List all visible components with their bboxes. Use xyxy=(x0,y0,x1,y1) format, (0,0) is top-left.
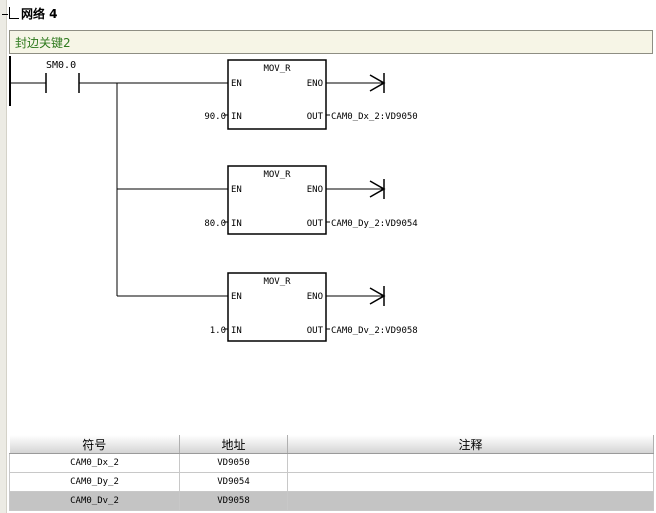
comment-cell[interactable] xyxy=(287,453,654,473)
out-pin: OUT xyxy=(307,112,324,122)
table-row[interactable]: CAM0_Dv_2 VD9058 xyxy=(9,491,654,511)
address-cell[interactable]: VD9050 xyxy=(179,453,288,473)
network-comment[interactable]: 封边关键2 xyxy=(9,30,653,54)
table-header-row: 符号 地址 注释 xyxy=(9,435,654,454)
collapse-icon[interactable] xyxy=(2,7,19,19)
network-header[interactable]: 网络 4 xyxy=(2,4,58,22)
column-header-symbol[interactable]: 符号 xyxy=(9,435,180,454)
contact-sm0-0[interactable]: SM0.0 xyxy=(45,60,80,93)
mov-r-block-3[interactable]: MOV_R EN ENO IN OUT xyxy=(227,272,327,342)
symbol-cell[interactable]: CAM0_Dv_2 xyxy=(9,491,180,511)
in-pin: IN xyxy=(231,326,242,336)
en-pin: EN xyxy=(231,185,242,195)
mov-r-block-2[interactable]: MOV_R EN ENO IN OUT xyxy=(227,165,327,235)
contact-label: SM0.0 xyxy=(46,60,76,71)
comment-cell[interactable] xyxy=(287,491,654,511)
table-row[interactable]: CAM0_Dx_2 VD9050 xyxy=(9,453,654,473)
symbol-cell[interactable]: CAM0_Dx_2 xyxy=(9,453,180,473)
in-value[interactable]: 80.0 xyxy=(204,219,226,229)
eno-pin: ENO xyxy=(307,79,323,89)
out-value[interactable]: CAM0_Dx_2:VD9050 xyxy=(331,112,418,122)
block-name: MOV_R xyxy=(263,64,291,74)
en-pin: EN xyxy=(231,79,242,89)
table-row[interactable]: CAM0_Dy_2 VD9054 xyxy=(9,472,654,492)
symbol-cell[interactable]: CAM0_Dy_2 xyxy=(9,472,180,492)
network-title: 网络 4 xyxy=(21,6,58,21)
out-pin: OUT xyxy=(307,219,324,229)
in-value[interactable]: 90.0 xyxy=(204,112,226,122)
en-pin: EN xyxy=(231,292,242,302)
eno-pin: ENO xyxy=(307,292,323,302)
ladder-diagram: SM0.0 MOV_R EN ENO IN OUT 90.0 CAM0_Dx_2… xyxy=(0,56,656,356)
block-name: MOV_R xyxy=(263,277,291,287)
mov-r-block-1[interactable]: MOV_R EN ENO IN OUT xyxy=(227,59,327,130)
block-name: MOV_R xyxy=(263,170,291,180)
out-value[interactable]: CAM0_Dy_2:VD9054 xyxy=(331,219,418,229)
address-cell[interactable]: VD9054 xyxy=(179,472,288,492)
in-value[interactable]: 1.0 xyxy=(210,326,226,336)
column-header-comment[interactable]: 注释 xyxy=(287,435,654,454)
in-pin: IN xyxy=(231,112,242,122)
column-header-address[interactable]: 地址 xyxy=(179,435,288,454)
eno-pin: ENO xyxy=(307,185,323,195)
address-cell[interactable]: VD9058 xyxy=(179,491,288,511)
in-pin: IN xyxy=(231,219,242,229)
symbol-table: 符号 地址 注释 CAM0_Dx_2 VD9050 CAM0_Dy_2 VD90… xyxy=(9,435,654,511)
out-value[interactable]: CAM0_Dv_2:VD9058 xyxy=(331,326,418,336)
comment-cell[interactable] xyxy=(287,472,654,492)
out-pin: OUT xyxy=(307,326,324,336)
